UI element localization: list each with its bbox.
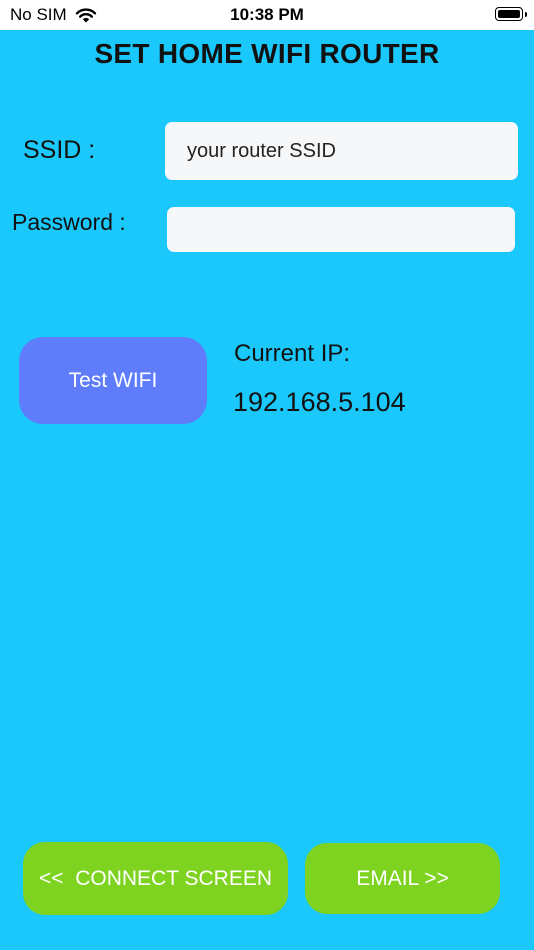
page-title: SET HOME WIFI ROUTER [94,38,440,69]
ssid-label: SSID : [23,136,96,164]
connect-screen-button[interactable]: << CONNECT SCREEN [23,842,288,915]
battery-icon [495,7,527,21]
password-label: Password : [12,209,126,235]
current-ip-value: 192.168.5.104 [233,387,406,417]
status-bar: No SIM 10:38 PM [0,0,534,30]
password-input[interactable] [167,207,515,252]
email-button[interactable]: EMAIL >> [305,843,500,914]
status-time: 10:38 PM [230,5,304,24]
test-wifi-button[interactable]: Test WIFI [19,337,207,424]
ssid-input[interactable] [165,122,518,180]
current-ip-label: Current IP: [234,340,351,367]
battery-fill [498,10,520,18]
